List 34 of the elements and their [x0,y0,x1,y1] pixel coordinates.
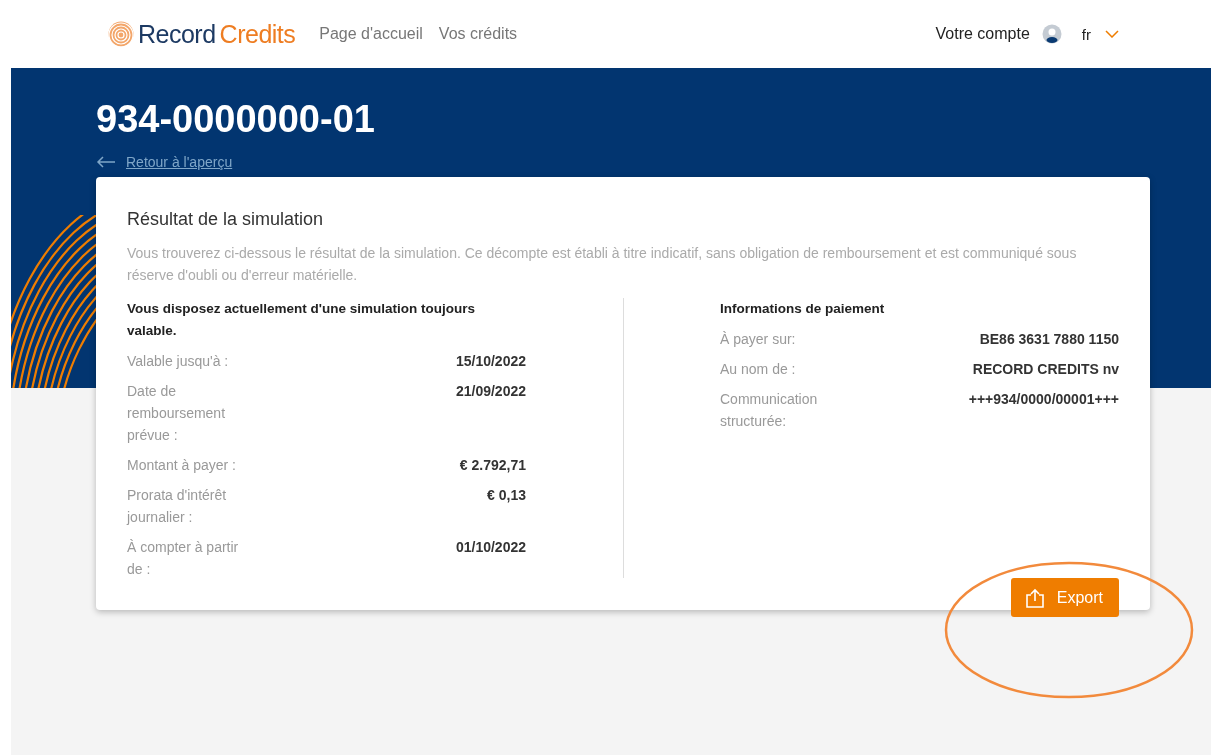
field-label: Communication structurée: [720,390,819,431]
field-value: RECORD CREDITS nv [972,360,1119,379]
field-value: BE86 3631 7880 1150 [979,330,1119,349]
nav-link[interactable]: Vos crédits [438,25,518,43]
language-selector[interactable]: fr [1081,25,1091,43]
back-link[interactable]: Retour à l'aperçu [126,154,233,170]
card-title: Résultat de la simulation [127,209,325,230]
nav-link[interactable]: Page d'accueil [319,25,423,43]
section-heading: Informations de paiement [720,300,886,318]
field-label: Date de remboursement prévue : [127,382,227,445]
field-value: 01/10/2022 [455,538,526,557]
field-label: À payer sur: [720,330,797,349]
field-value: 21/09/2022 [455,382,526,401]
card-description: Vous trouverez ci-dessous le résultat de la simulation. Ce décompte est établi à titre indicatif, sans obligation de remboursement et est communiqué sous réserve d'oubli ou d'erreur matérielle. [127,244,1078,285]
chevron-down-icon[interactable] [1105,30,1119,38]
export-button[interactable]: Export [1010,578,1119,617]
field-value: € 0,13 [487,486,526,505]
field-value: +++934/0000/00001+++ [968,390,1119,409]
section-heading: Vous disposez actuellement d'une simulation toujours valable. [127,300,476,340]
account-link[interactable]: Votre compte [935,25,1030,43]
field-label: À compter à partir de : [127,538,240,579]
arrow-left-icon[interactable] [96,156,116,168]
field-label: Montant à payer : [127,456,237,475]
field-label: Valable jusqu'à : [127,352,230,371]
logo-text: Record [138,19,216,49]
share-upload-icon [1024,587,1045,608]
page-title: 934-0000000-01 [96,98,376,141]
fingerprint-logo-icon [108,21,134,47]
logo-text: Credits [219,19,296,49]
field-label: Prorata d'intérêt journalier : [127,486,228,527]
field-value: € 2.792,71 [459,456,526,475]
field-value: 15/10/2022 [455,352,526,371]
user-avatar-icon[interactable] [1041,24,1062,44]
field-label: Au nom de : [720,360,797,379]
